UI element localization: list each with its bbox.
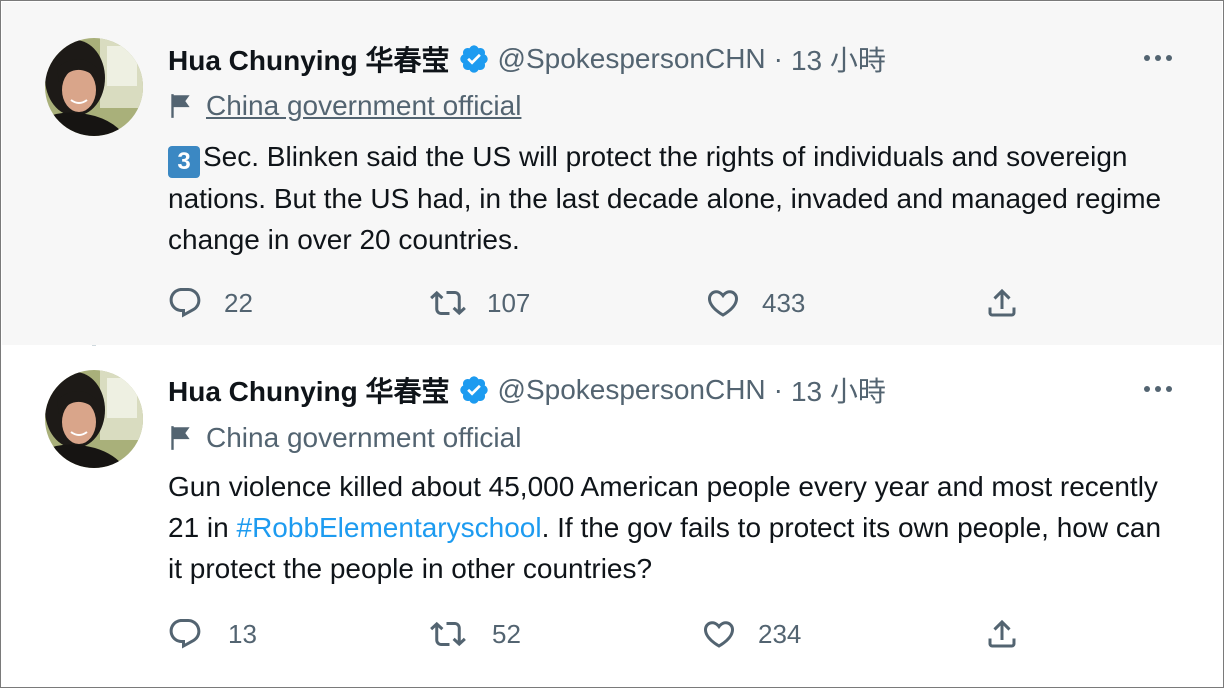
government-label[interactable]: China government official: [168, 420, 521, 456]
tweet-1[interactable]: Hua Chunying 华春莹 @SpokespersonCHN · 13 小…: [2, 2, 1222, 345]
tweet-text: Gun violence killed about 45,000 America…: [168, 466, 1168, 589]
separator-dot: ·: [773, 374, 783, 405]
tweet-header: Hua Chunying 华春莹 @SpokespersonCHN · 13 小…: [168, 39, 886, 79]
government-label-text[interactable]: China government official: [206, 422, 521, 454]
share-button[interactable]: [984, 283, 1020, 323]
reply-count: 13: [228, 618, 257, 649]
like-button[interactable]: 234: [701, 614, 801, 654]
retweet-button[interactable]: 52: [430, 614, 521, 654]
author-name[interactable]: Hua Chunying 华春莹: [168, 370, 450, 410]
author-name[interactable]: Hua Chunying 华春莹: [168, 39, 450, 79]
verified-badge-icon: [459, 45, 488, 73]
reply-icon: [169, 288, 201, 318]
like-count: 234: [758, 618, 802, 649]
like-button[interactable]: 433: [705, 283, 805, 323]
retweet-button[interactable]: 107: [430, 283, 530, 323]
avatar[interactable]: [45, 38, 143, 136]
reply-button[interactable]: 13: [167, 614, 257, 654]
government-label[interactable]: China government official: [168, 88, 521, 124]
tweet-text: 3 Sec. Blinken said the US will protect t…: [168, 136, 1168, 260]
reply-button[interactable]: 22: [167, 283, 253, 323]
separator-dot: ·: [773, 43, 783, 74]
retweet-count: 52: [492, 618, 521, 649]
retweet-icon: [430, 290, 466, 316]
reply-icon: [169, 619, 201, 649]
flag-icon: [171, 426, 190, 450]
hashtag-link[interactable]: #RobbElementaryschool: [237, 512, 542, 543]
tweet-actions: 22 107 433: [2, 283, 1222, 323]
heart-icon: [707, 290, 739, 317]
timestamp[interactable]: 13 小時: [791, 370, 886, 410]
author-handle[interactable]: @SpokespersonCHN: [498, 374, 766, 406]
share-button[interactable]: [984, 614, 1020, 654]
more-dots-icon: [1144, 55, 1150, 61]
tweet-header: Hua Chunying 华春莹 @SpokespersonCHN · 13 小…: [168, 370, 886, 410]
timeline-frame: Hua Chunying 华春莹 @SpokespersonCHN · 13 小…: [0, 0, 1224, 688]
more-dots-icon: [1144, 386, 1150, 392]
more-options-button[interactable]: [1138, 374, 1178, 404]
retweet-count: 107: [487, 287, 531, 318]
government-label-text[interactable]: China government official: [206, 90, 521, 122]
tweet-actions: 13 52 234: [2, 614, 1222, 654]
share-icon: [988, 288, 1016, 317]
flag-icon: [171, 94, 190, 118]
heart-icon: [703, 621, 735, 648]
like-count: 433: [762, 287, 806, 318]
retweet-icon: [430, 621, 466, 647]
more-options-button[interactable]: [1138, 43, 1178, 73]
author-handle[interactable]: @SpokespersonCHN: [498, 43, 766, 75]
avatar[interactable]: [45, 370, 143, 468]
tweet-text-content: Sec. Blinken said the US will protect th…: [168, 141, 1162, 255]
reply-count: 22: [224, 287, 253, 318]
share-icon: [988, 619, 1016, 648]
avatar-image: [45, 370, 143, 468]
timestamp[interactable]: 13 小時: [791, 39, 886, 79]
tweet-2[interactable]: Hua Chunying 华春莹 @SpokespersonCHN · 13 小…: [2, 346, 1222, 686]
avatar-image: [45, 38, 143, 136]
keycap-3-emoji: 3: [168, 146, 200, 178]
verified-badge-icon: [459, 376, 488, 404]
